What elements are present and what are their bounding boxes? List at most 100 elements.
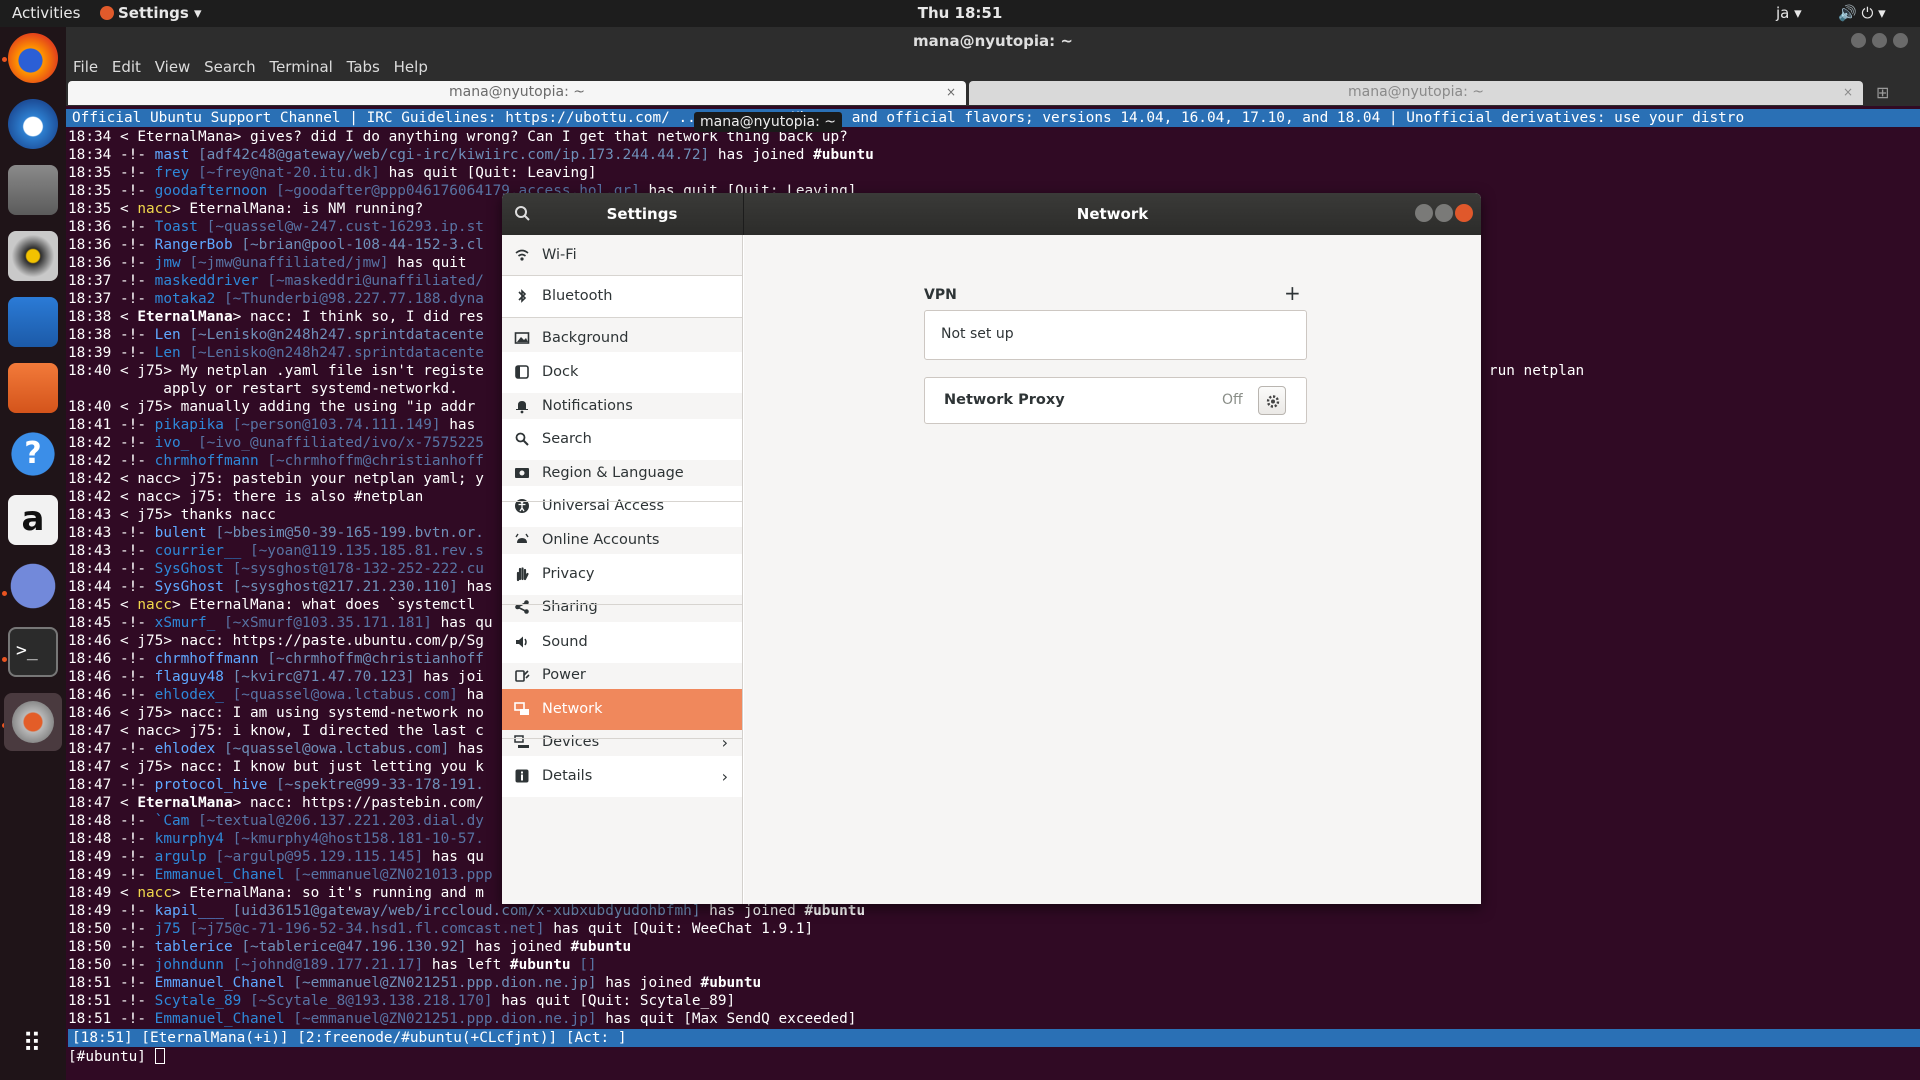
line-marker <box>215 291 224 307</box>
line-marker <box>224 417 233 433</box>
timestamp: 18:41 <box>68 417 112 433</box>
terminal-tab-1[interactable]: mana@nyutopia: ~ × <box>68 81 966 105</box>
search-button[interactable] <box>510 201 536 227</box>
line-marker: > <box>163 363 181 379</box>
maximize-button[interactable] <box>1435 204 1453 222</box>
rhythmbox-icon[interactable] <box>8 231 58 281</box>
discord-icon[interactable] <box>8 561 58 611</box>
line-marker: -!- <box>111 651 155 667</box>
info-icon <box>515 769 529 783</box>
line-marker <box>423 957 432 973</box>
sidebar-item-details[interactable]: Details › <box>502 756 742 797</box>
line-marker: -!- <box>111 561 155 577</box>
network-icon <box>514 702 529 715</box>
clock[interactable]: Thu 18:51 <box>0 4 1920 22</box>
sidebar-item-wi-fi[interactable]: Wi-Fi <box>502 235 742 276</box>
line-marker: < <box>111 201 138 217</box>
sidebar-item-bluetooth[interactable]: Bluetooth <box>502 276 742 317</box>
nickname: kapil___ <box>154 903 224 919</box>
line-marker: > <box>232 795 250 811</box>
hostmask: [~emmanuel@ZN021251.ppp.dion.ne.jp] <box>293 975 597 991</box>
menu-file[interactable]: File <box>73 58 98 76</box>
line-marker: -!- <box>111 165 155 181</box>
search-icon <box>515 432 529 446</box>
running-indicator <box>2 57 7 62</box>
firefox-icon[interactable] <box>8 33 58 83</box>
irc-line: 18:34 -!- mast [adf42c48@gateway/web/cgi… <box>68 146 1920 164</box>
close-button[interactable] <box>1455 204 1473 222</box>
show-apps-icon[interactable]: ⠿ <box>8 1019 58 1069</box>
timestamp: 18:47 <box>68 795 112 811</box>
line-marker: -!- <box>111 813 155 829</box>
line-marker: -!- <box>111 543 155 559</box>
hostmask: [~brian@pool-108-44-152-3.cl <box>241 237 484 253</box>
tab-close-icon[interactable]: × <box>946 81 956 103</box>
amazon-icon[interactable]: a <box>8 495 58 545</box>
terminal-tab-2[interactable]: mana@nyutopia: ~ × <box>969 81 1863 105</box>
files-icon[interactable] <box>8 165 58 215</box>
new-tab-icon[interactable]: ⊞ <box>1876 83 1889 102</box>
minimize-button[interactable] <box>1415 204 1433 222</box>
event-text: has left <box>431 957 502 973</box>
thunderbird-icon[interactable] <box>8 99 58 149</box>
irc-input-line[interactable]: [#ubuntu] <box>68 1048 165 1066</box>
timestamp: 18:46 <box>68 669 112 685</box>
nickname: argulp <box>154 849 207 865</box>
tab-close-icon[interactable]: × <box>1843 81 1853 103</box>
line-marker: -!- <box>111 975 155 991</box>
line-marker: -!- <box>111 219 155 235</box>
nickname: nacc <box>137 471 172 487</box>
line-marker: < <box>111 759 138 775</box>
terminal-icon[interactable]: >_ <box>8 627 58 677</box>
line-marker: > <box>232 129 250 145</box>
vpn-heading: VPN <box>924 287 957 303</box>
nickname: chrmhoffmann <box>154 651 259 667</box>
wifi-icon <box>515 249 529 261</box>
devices-icon <box>514 735 529 748</box>
menu-edit[interactable]: Edit <box>112 58 141 76</box>
proxy-settings-button[interactable] <box>1258 386 1286 415</box>
close-button[interactable] <box>1893 33 1908 48</box>
message-text: thanks nacc <box>180 507 276 523</box>
message-text: EternalMana: so it's running and m <box>189 885 484 901</box>
prompt-label: [#ubuntu] <box>68 1049 155 1065</box>
settings-sidebar: Wi-Fi Bluetooth Background Dock Notification… <box>502 235 743 904</box>
hostmask: [~Lenisko@n248h247.sprintdatacente <box>189 345 484 361</box>
add-vpn-button[interactable]: + <box>1284 281 1301 305</box>
system-tray-menu[interactable]: 🔊 ⏻ ▾ <box>1838 4 1886 22</box>
line-marker: > <box>171 201 190 217</box>
timestamp: 18:43 <box>68 507 112 523</box>
line-marker: < <box>111 471 138 487</box>
menu-view[interactable]: View <box>155 58 191 76</box>
minimize-button[interactable] <box>1851 33 1866 48</box>
timestamp: 18:36 <box>68 255 112 271</box>
maximize-button[interactable] <box>1872 33 1887 48</box>
terminal-tabbar: mana@nyutopia: ~ × mana@nyutopia: ~ × ⊞ <box>66 81 1920 106</box>
line-marker: < <box>111 723 138 739</box>
line-marker: -!- <box>111 831 155 847</box>
menu-terminal[interactable]: Terminal <box>269 58 332 76</box>
help-icon[interactable]: ? <box>8 429 58 479</box>
line-marker: < <box>111 489 138 505</box>
menu-tabs[interactable]: Tabs <box>347 58 380 76</box>
libreoffice-writer-icon[interactable] <box>8 297 58 347</box>
hostmask: [~chrmhoffm@christianhoff <box>267 453 484 469</box>
timestamp: 18:40 <box>68 399 112 415</box>
line-marker <box>493 993 502 1009</box>
terminal-titlebar: mana@nyutopia: ~ <box>66 27 1920 55</box>
network-proxy-row[interactable]: Network Proxy Off <box>924 377 1307 424</box>
menu-search[interactable]: Search <box>204 58 256 76</box>
nickname: Emmanuel_Chanel <box>154 867 285 883</box>
line-marker <box>467 939 476 955</box>
nickname: j75 <box>137 705 164 721</box>
input-method-menu[interactable]: ja ▾ <box>1776 4 1802 22</box>
menu-help[interactable]: Help <box>394 58 428 76</box>
line-marker: -!- <box>111 669 155 685</box>
message-text: EternalMana: what does `systemctl <box>189 597 476 613</box>
ubuntu-software-icon[interactable] <box>8 363 58 413</box>
timestamp: 18:43 <box>68 543 112 559</box>
line-marker <box>233 237 242 253</box>
settings-icon[interactable] <box>4 693 62 751</box>
event-text: has qu <box>440 615 493 631</box>
line-marker <box>380 165 389 181</box>
